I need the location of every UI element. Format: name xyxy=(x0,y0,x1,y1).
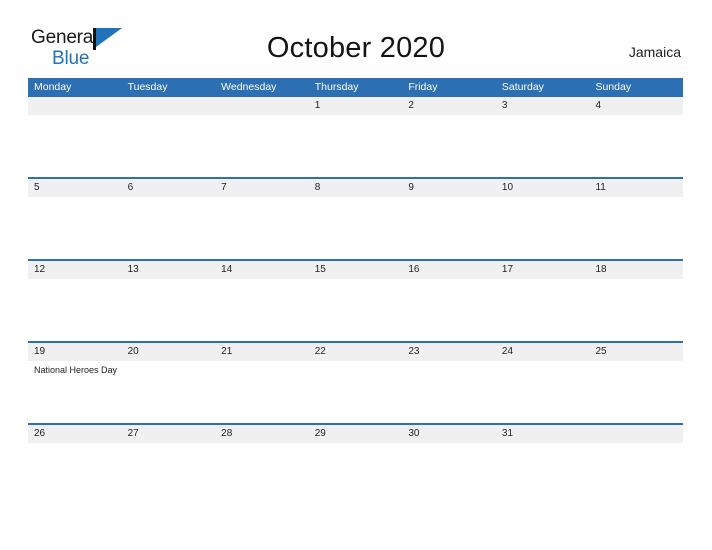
week-date-numbers: 5 6 7 8 9 10 11 xyxy=(28,179,683,197)
day-event[interactable] xyxy=(215,197,309,259)
day-number[interactable]: 3 xyxy=(496,97,590,115)
week-row: 12 13 14 15 16 17 18 xyxy=(28,259,683,341)
day-event[interactable] xyxy=(496,361,590,423)
week-row: 1 2 3 4 xyxy=(28,97,683,177)
day-event[interactable] xyxy=(309,197,403,259)
day-event[interactable] xyxy=(402,443,496,505)
day-number[interactable]: 8 xyxy=(309,179,403,197)
weekday-monday: Monday xyxy=(34,81,72,93)
day-number[interactable]: 23 xyxy=(402,343,496,361)
week-row: 26 27 28 29 30 31 xyxy=(28,423,683,505)
masthead: General Blue October 2020 Jamaica xyxy=(0,0,712,68)
day-event[interactable] xyxy=(215,443,309,505)
day-number[interactable]: 14 xyxy=(215,261,309,279)
day-event[interactable] xyxy=(496,115,590,177)
weekday-tuesday: Tuesday xyxy=(127,81,168,93)
day-event[interactable] xyxy=(28,115,122,177)
week-date-numbers: 19 20 21 22 23 24 25 xyxy=(28,343,683,361)
weekday-wednesday: Wednesday xyxy=(221,81,277,93)
day-number[interactable]: 20 xyxy=(122,343,216,361)
day-event[interactable] xyxy=(402,361,496,423)
day-event[interactable] xyxy=(309,443,403,505)
day-number[interactable]: 12 xyxy=(28,261,122,279)
day-number[interactable]: 21 xyxy=(215,343,309,361)
day-event[interactable] xyxy=(589,361,683,423)
day-event[interactable] xyxy=(122,361,216,423)
day-number[interactable]: 31 xyxy=(496,425,590,443)
day-number[interactable]: 30 xyxy=(402,425,496,443)
day-number[interactable]: 26 xyxy=(28,425,122,443)
day-number[interactable]: 13 xyxy=(122,261,216,279)
day-event[interactable] xyxy=(28,197,122,259)
week-event-cells xyxy=(28,115,683,177)
day-event[interactable] xyxy=(496,443,590,505)
week-row: 5 6 7 8 9 10 11 xyxy=(28,177,683,259)
day-event[interactable] xyxy=(309,115,403,177)
day-event[interactable] xyxy=(402,279,496,341)
day-event[interactable] xyxy=(122,197,216,259)
week-date-numbers: 1 2 3 4 xyxy=(28,97,683,115)
weekday-friday: Friday xyxy=(408,81,438,93)
day-event[interactable] xyxy=(589,279,683,341)
day-event[interactable] xyxy=(589,197,683,259)
day-event[interactable] xyxy=(122,115,216,177)
day-event[interactable] xyxy=(589,443,683,505)
day-number[interactable]: 11 xyxy=(589,179,683,197)
day-number[interactable] xyxy=(215,97,309,115)
day-number[interactable]: 9 xyxy=(402,179,496,197)
day-number[interactable]: 4 xyxy=(589,97,683,115)
calendar-page: General Blue October 2020 Jamaica Monday… xyxy=(0,0,712,550)
day-event[interactable] xyxy=(28,279,122,341)
country-label: Jamaica xyxy=(628,44,681,60)
weekday-saturday: Saturday xyxy=(501,81,544,93)
day-number[interactable]: 17 xyxy=(496,261,590,279)
day-number[interactable]: 6 xyxy=(122,179,216,197)
week-event-cells: National Heroes Day xyxy=(28,361,683,423)
day-event[interactable] xyxy=(402,197,496,259)
day-event[interactable] xyxy=(122,279,216,341)
day-event[interactable] xyxy=(496,197,590,259)
day-event[interactable] xyxy=(309,279,403,341)
day-number[interactable]: 29 xyxy=(309,425,403,443)
day-event[interactable] xyxy=(589,115,683,177)
day-number[interactable]: 24 xyxy=(496,343,590,361)
day-number[interactable] xyxy=(122,97,216,115)
day-number[interactable]: 5 xyxy=(28,179,122,197)
day-number[interactable]: 16 xyxy=(402,261,496,279)
day-number[interactable]: 27 xyxy=(122,425,216,443)
day-event[interactable] xyxy=(496,279,590,341)
weekday-thursday: Thursday xyxy=(314,81,359,93)
day-event[interactable] xyxy=(402,115,496,177)
day-number[interactable] xyxy=(589,425,683,443)
day-number[interactable]: 19 xyxy=(28,343,122,361)
day-number[interactable]: 22 xyxy=(309,343,403,361)
calendar-grid: Monday Tuesday Wednesday Thursday Friday… xyxy=(28,78,683,505)
week-event-cells xyxy=(28,443,683,505)
day-event[interactable] xyxy=(122,443,216,505)
day-number[interactable]: 1 xyxy=(309,97,403,115)
day-number[interactable]: 15 xyxy=(309,261,403,279)
week-date-numbers: 26 27 28 29 30 31 xyxy=(28,425,683,443)
day-number[interactable] xyxy=(28,97,122,115)
week-event-cells xyxy=(28,279,683,341)
week-row: 19 20 21 22 23 24 25 National Heroes Day xyxy=(28,341,683,423)
page-title: October 2020 xyxy=(266,32,446,64)
weekday-header-row: Monday Tuesday Wednesday Thursday Friday… xyxy=(28,78,683,97)
day-event[interactable] xyxy=(309,361,403,423)
day-number[interactable]: 25 xyxy=(589,343,683,361)
day-number[interactable]: 28 xyxy=(215,425,309,443)
day-event-holiday[interactable]: National Heroes Day xyxy=(28,361,122,423)
day-event[interactable] xyxy=(215,115,309,177)
day-event[interactable] xyxy=(215,361,309,423)
day-number[interactable]: 7 xyxy=(215,179,309,197)
day-number[interactable]: 18 xyxy=(589,261,683,279)
week-date-numbers: 12 13 14 15 16 17 18 xyxy=(28,261,683,279)
weekday-sunday: Sunday xyxy=(595,81,632,93)
day-number[interactable]: 2 xyxy=(402,97,496,115)
day-number[interactable]: 10 xyxy=(496,179,590,197)
day-event[interactable] xyxy=(215,279,309,341)
week-event-cells xyxy=(28,197,683,259)
day-event[interactable] xyxy=(28,443,122,505)
